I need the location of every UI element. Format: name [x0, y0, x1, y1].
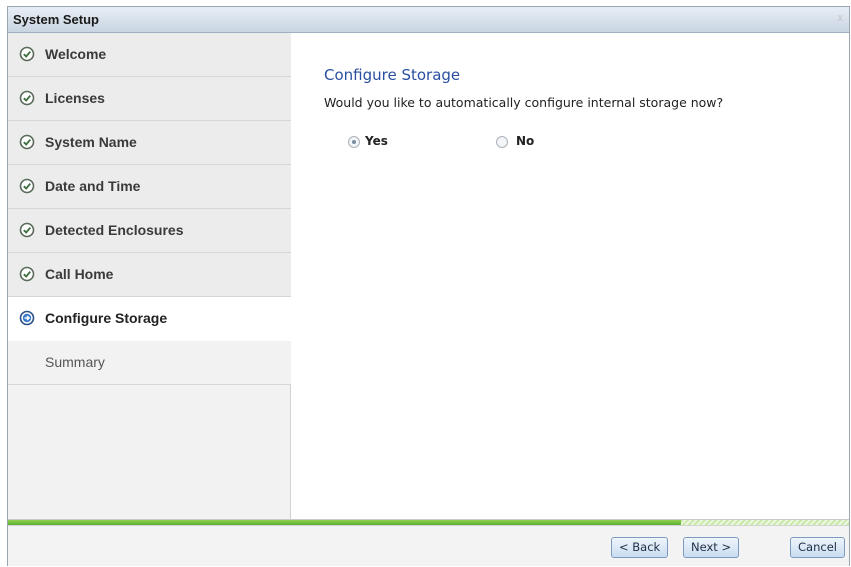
step-configure-storage: Configure Storage — [8, 297, 292, 341]
cancel-button[interactable]: Cancel — [790, 537, 845, 558]
step-label: Call Home — [45, 266, 114, 282]
step-label: Date and Time — [45, 178, 141, 194]
step-label: Configure Storage — [45, 310, 168, 326]
step-detected-enclosures: Detected Enclosures — [8, 209, 291, 253]
step-date-and-time: Date and Time — [8, 165, 291, 209]
step-licenses: Licenses — [8, 77, 291, 121]
check-circle-icon — [19, 134, 35, 150]
step-label: Licenses — [45, 90, 105, 106]
no-radio[interactable] — [496, 136, 508, 148]
step-label: Welcome — [45, 46, 107, 62]
step-label: System Name — [45, 134, 137, 150]
step-summary: Summary — [8, 341, 291, 385]
step-welcome: Welcome — [8, 33, 291, 77]
step-label: Summary — [45, 354, 105, 370]
next-button[interactable]: Next > — [683, 537, 740, 558]
check-circle-icon — [19, 178, 35, 194]
check-circle-icon — [19, 90, 35, 106]
storage-question: Would you like to automatically configur… — [324, 95, 724, 110]
title-bar: System Setup x — [8, 7, 849, 33]
yes-label[interactable]: Yes — [365, 134, 388, 148]
system-setup-dialog: System Setup x Welcome Licenses System N… — [7, 6, 850, 566]
page-title: Configure Storage — [324, 66, 461, 84]
check-circle-icon — [19, 222, 35, 238]
yes-radio[interactable] — [348, 136, 360, 148]
check-circle-icon — [19, 266, 35, 282]
step-label: Detected Enclosures — [45, 222, 184, 238]
dialog-title: System Setup — [13, 12, 99, 27]
arrow-circle-icon — [19, 310, 35, 326]
wizard-step-list: Welcome Licenses System Name Date and Ti… — [8, 33, 292, 519]
step-system-name: System Name — [8, 121, 291, 165]
no-label[interactable]: No — [516, 134, 534, 148]
step-call-home: Call Home — [8, 253, 291, 297]
back-button[interactable]: < Back — [611, 537, 669, 558]
close-icon[interactable]: x — [838, 12, 844, 24]
button-bar: < Back Next > Cancel — [8, 525, 849, 566]
step-content-panel: Configure Storage Would you like to auto… — [292, 33, 849, 519]
check-circle-icon — [19, 46, 35, 62]
